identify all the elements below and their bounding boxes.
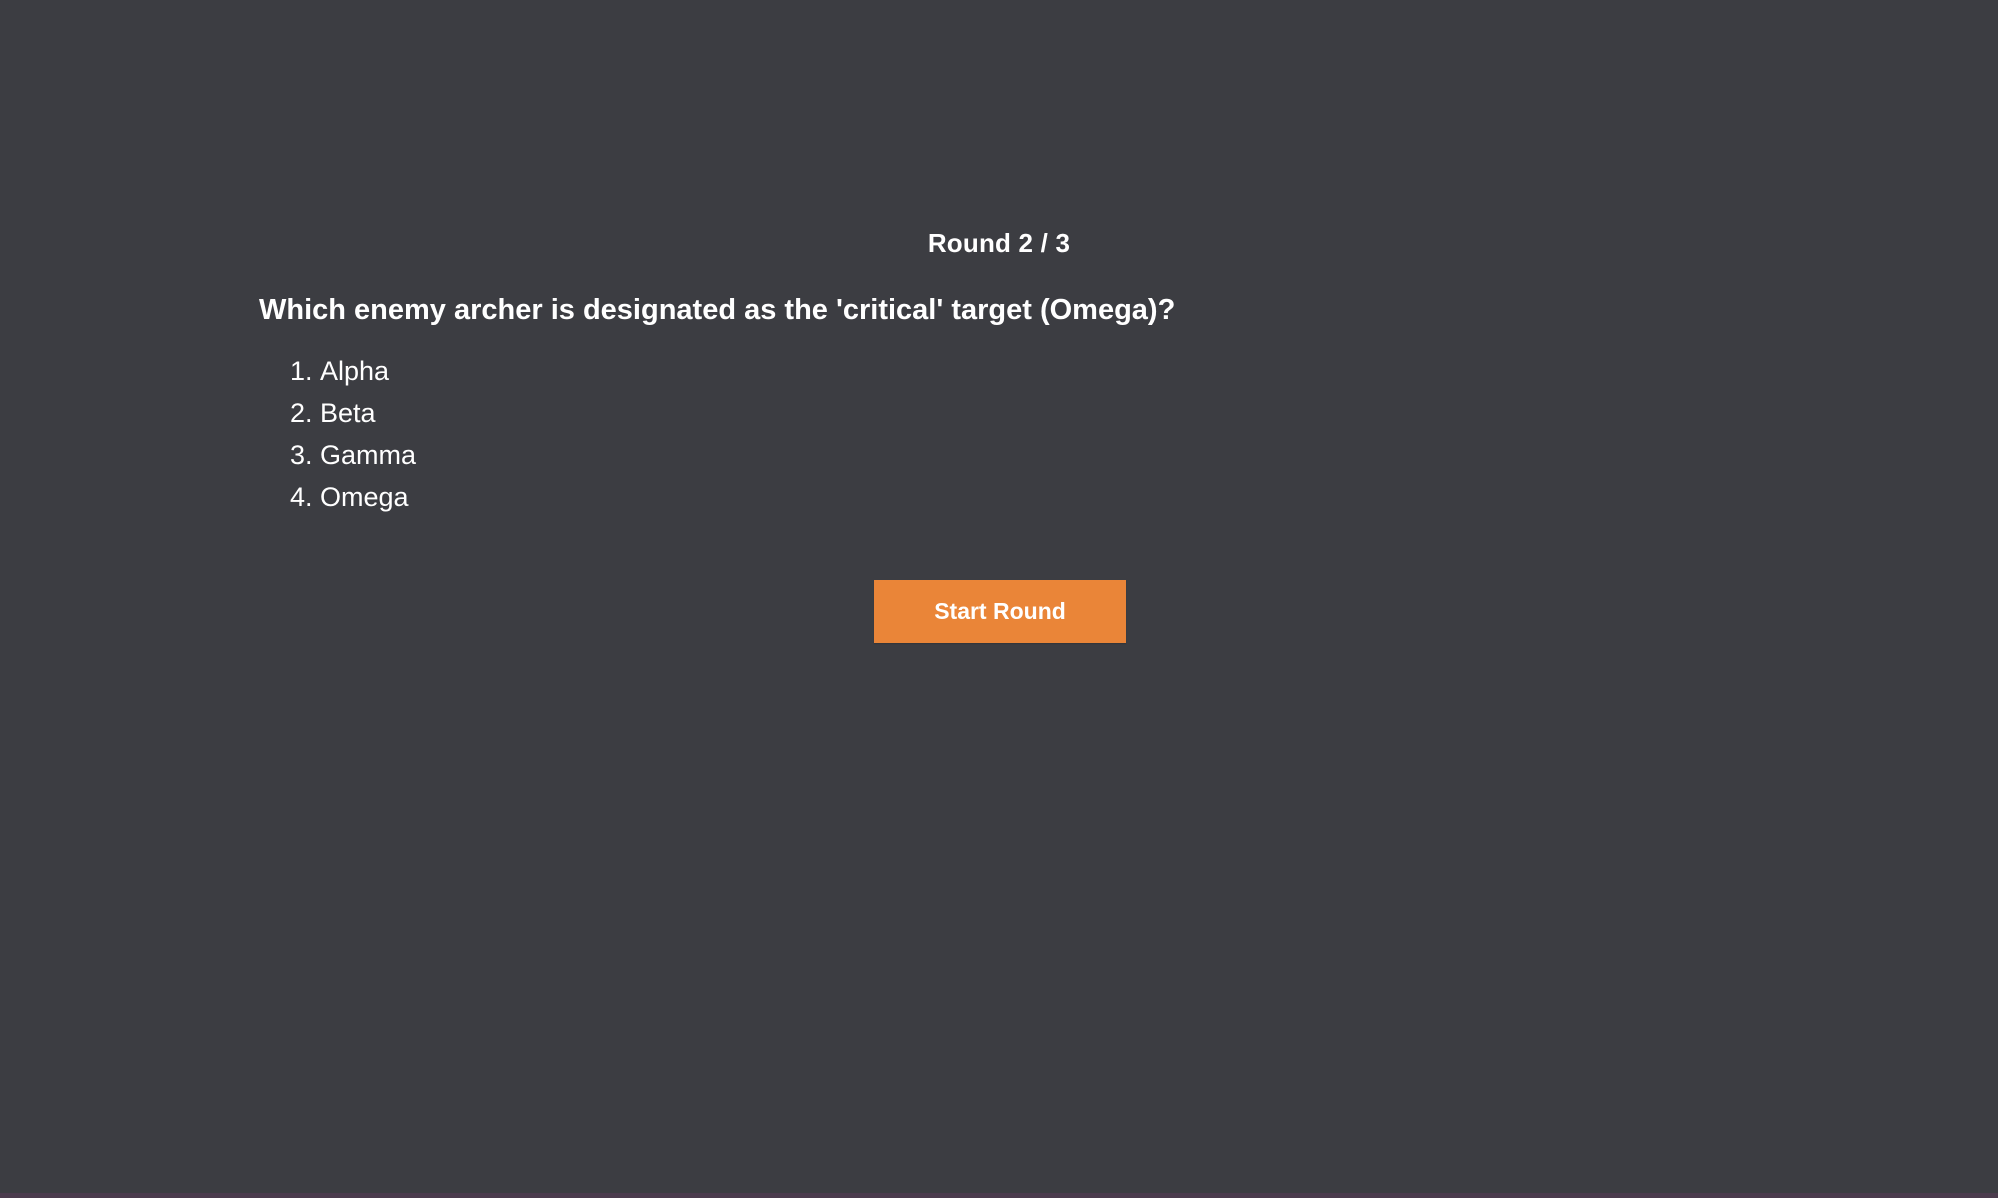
game-screen: Round 2 / 3 Which enemy archer is design… <box>0 0 1998 1193</box>
bottom-edge-divider <box>0 1193 1998 1198</box>
option-number: 4. <box>290 482 313 512</box>
option-label: Alpha <box>320 356 390 386</box>
option-number: 2. <box>290 398 313 428</box>
option-number: 1. <box>290 356 313 386</box>
question-prompt: Which enemy archer is designated as the … <box>259 294 1176 326</box>
start-round-button[interactable]: Start Round <box>874 580 1126 643</box>
option-label: Omega <box>320 482 409 512</box>
answer-option-alpha: 1. Alpha <box>290 350 416 392</box>
round-indicator: Round 2 / 3 <box>927 228 1071 258</box>
option-label: Gamma <box>320 440 417 470</box>
option-label: Beta <box>320 398 376 428</box>
option-number: 3. <box>290 440 313 470</box>
answer-option-omega: 4. Omega <box>290 476 416 518</box>
answer-option-gamma: 3. Gamma <box>290 434 416 476</box>
answer-options-list: 1. Alpha 2. Beta 3. Gamma 4. Omega <box>290 350 416 518</box>
answer-option-beta: 2. Beta <box>290 392 416 434</box>
